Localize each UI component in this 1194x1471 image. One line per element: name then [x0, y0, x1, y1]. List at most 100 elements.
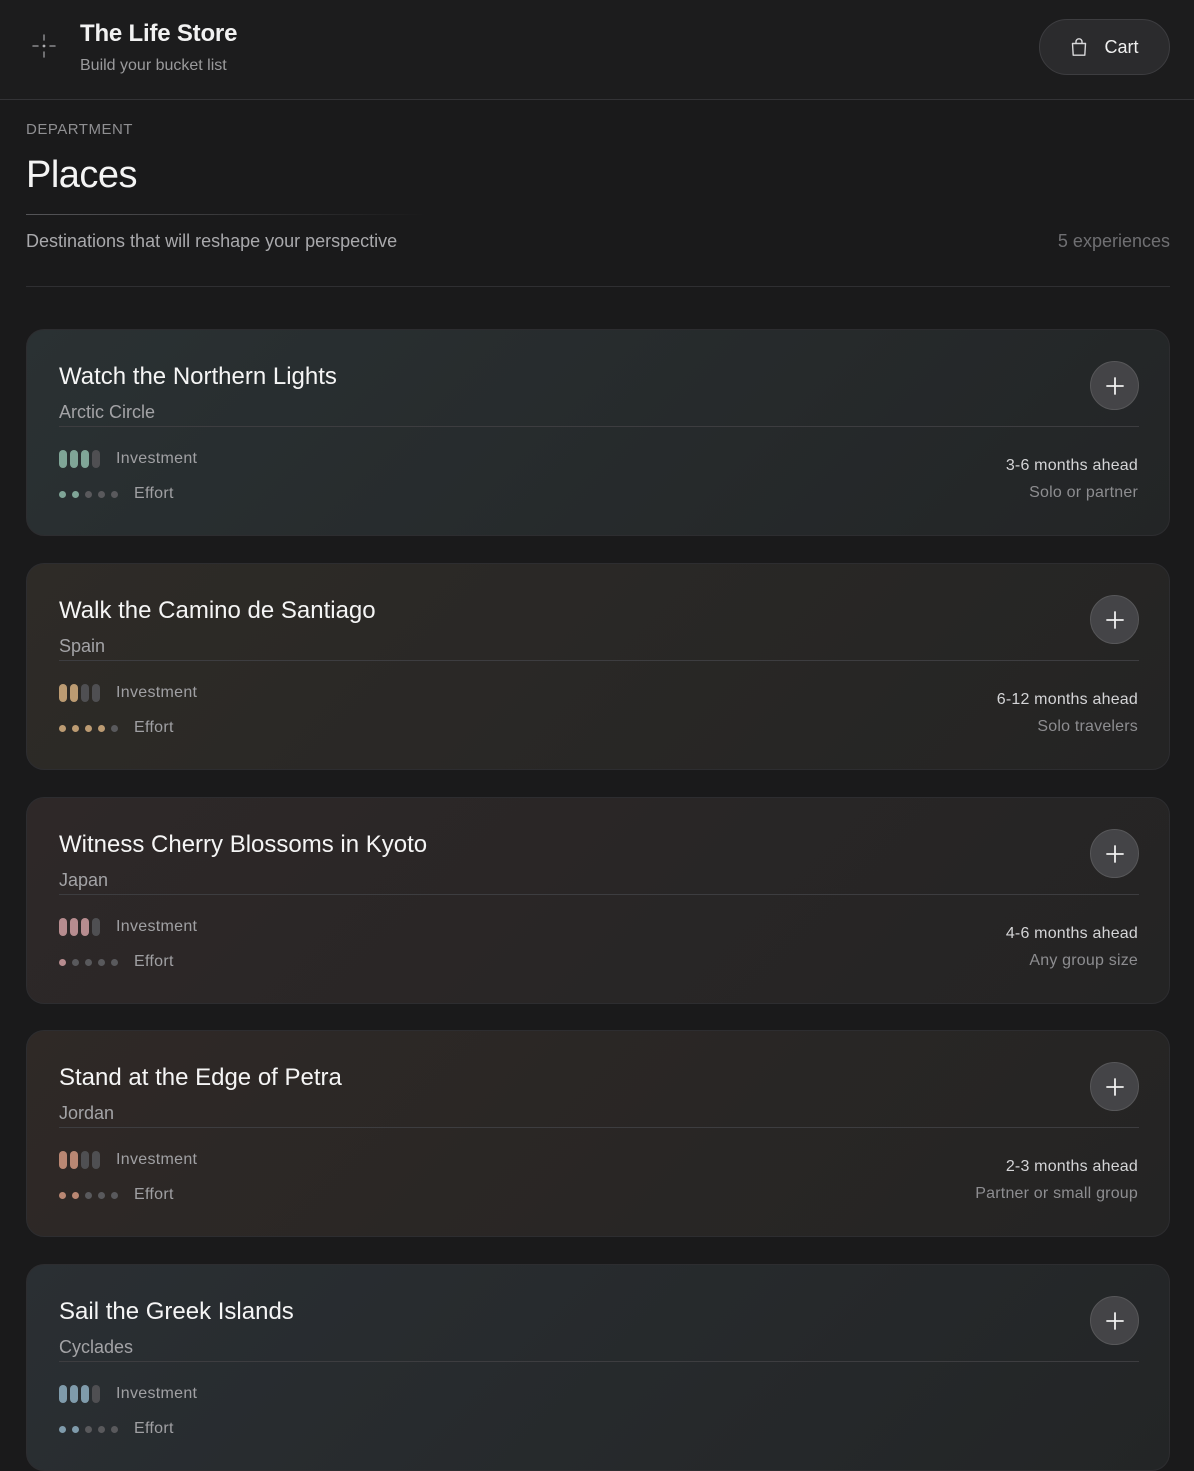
department-label: DEPARTMENT [26, 121, 133, 138]
card-title: Watch the Northern Lights [59, 363, 337, 390]
experience-card[interactable]: Sail the Greek Islands Cyclades Investment… [26, 1264, 1170, 1471]
investment-bar [92, 684, 100, 702]
investment-bars [59, 1151, 100, 1169]
investment-bar [92, 1151, 100, 1169]
investment-bar [92, 1385, 100, 1403]
investment-bars [59, 450, 100, 468]
effort-dot [72, 1191, 79, 1199]
plus-icon [1105, 1311, 1124, 1330]
investment-bar [81, 1151, 89, 1169]
effort-label: Effort [134, 953, 174, 970]
effort-label: Effort [134, 719, 174, 736]
effort-dot [98, 724, 105, 732]
effort-dots [59, 490, 118, 498]
sparkle-crosshair-icon [32, 34, 56, 58]
effort-dot [59, 958, 66, 966]
add-to-cart-button[interactable] [1090, 1062, 1139, 1111]
effort-dots [59, 1425, 118, 1433]
effort-dots [59, 724, 118, 732]
effort-label: Effort [134, 1420, 174, 1437]
investment-bar [81, 1385, 89, 1403]
effort-label: Effort [134, 485, 174, 502]
effort-dot [59, 1191, 66, 1199]
investment-label: Investment [116, 1385, 198, 1402]
section-divider [26, 286, 1170, 287]
effort-meter: Effort [59, 719, 174, 737]
investment-meter: Investment [59, 684, 197, 702]
investment-bar [70, 450, 78, 468]
investment-bar [92, 918, 100, 936]
department-description: Destinations that will reshape your pers… [26, 231, 398, 251]
effort-dot [85, 1191, 92, 1199]
cart-button[interactable]: Cart [1039, 19, 1170, 75]
card-title: Sail the Greek Islands [59, 1298, 294, 1325]
experience-card[interactable]: Walk the Camino de Santiago Spain Investme… [26, 563, 1170, 770]
investment-bar [59, 450, 67, 468]
effort-dot [72, 724, 79, 732]
card-location: Spain [59, 636, 106, 656]
effort-dot [72, 490, 79, 498]
investment-bar [81, 450, 89, 468]
investment-bar [81, 684, 89, 702]
effort-dots [59, 1191, 118, 1199]
card-title: Walk the Camino de Santiago [59, 597, 376, 624]
booking-timeframe: 2-3 months ahead [1005, 1158, 1138, 1175]
investment-label: Investment [116, 450, 198, 467]
add-to-cart-button[interactable] [1090, 361, 1139, 410]
group-size: Any group size [1029, 952, 1138, 969]
card-location: Japan [59, 870, 109, 890]
experience-card[interactable]: Stand at the Edge of Petra Jordan Investme… [26, 1030, 1170, 1237]
investment-bar [59, 918, 67, 936]
experience-card[interactable]: Witness Cherry Blossoms in Kyoto Japan Inv… [26, 797, 1170, 1004]
experience-card[interactable]: Watch the Northern Lights Arctic Circle In… [26, 329, 1170, 536]
app-title: The Life Store [80, 20, 238, 47]
plus-icon [1105, 376, 1124, 395]
plus-icon [1105, 844, 1124, 863]
effort-dot [111, 724, 118, 732]
effort-dot [85, 958, 92, 966]
effort-dot [98, 1191, 105, 1199]
card-divider [59, 1361, 1139, 1362]
app-subtitle: Build your bucket list [80, 57, 227, 74]
department-title: Places [26, 154, 138, 196]
investment-bar [70, 684, 78, 702]
investment-bar [81, 918, 89, 936]
card-location: Arctic Circle [59, 402, 156, 422]
investment-meter: Investment [59, 1151, 197, 1169]
investment-bar [70, 1151, 78, 1169]
booking-timeframe: 4-6 months ahead [1005, 925, 1138, 942]
add-to-cart-button[interactable] [1090, 595, 1139, 644]
effort-dot [111, 1425, 118, 1433]
investment-meter: Investment [59, 450, 197, 468]
card-location: Jordan [59, 1103, 115, 1123]
effort-meter: Effort [59, 1420, 174, 1438]
investment-bars [59, 1385, 100, 1403]
card-divider [59, 426, 1139, 427]
card-divider [59, 1127, 1139, 1128]
effort-meter: Effort [59, 953, 174, 971]
effort-dot [111, 958, 118, 966]
investment-meter: Investment [59, 1385, 197, 1403]
effort-dot [85, 490, 92, 498]
plus-icon [1105, 1077, 1124, 1096]
group-size: Partner or small group [975, 1185, 1138, 1202]
investment-bar [59, 1385, 67, 1403]
add-to-cart-button[interactable] [1090, 829, 1139, 878]
investment-label: Investment [116, 684, 198, 701]
app-header: The Life Store Build your bucket list Ca… [0, 0, 1194, 100]
investment-bars [59, 684, 100, 702]
effort-dot [111, 1191, 118, 1199]
effort-dot [85, 1425, 92, 1433]
investment-label: Investment [116, 1151, 198, 1168]
effort-label: Effort [134, 1186, 174, 1203]
effort-dot [111, 490, 118, 498]
investment-bar [59, 684, 67, 702]
investment-bar [59, 1151, 67, 1169]
effort-dot [98, 490, 105, 498]
effort-dots [59, 958, 118, 966]
card-title: Witness Cherry Blossoms in Kyoto [59, 831, 428, 858]
plus-icon [1105, 610, 1124, 629]
effort-dot [59, 1425, 66, 1433]
effort-meter: Effort [59, 485, 174, 503]
add-to-cart-button[interactable] [1090, 1296, 1139, 1345]
